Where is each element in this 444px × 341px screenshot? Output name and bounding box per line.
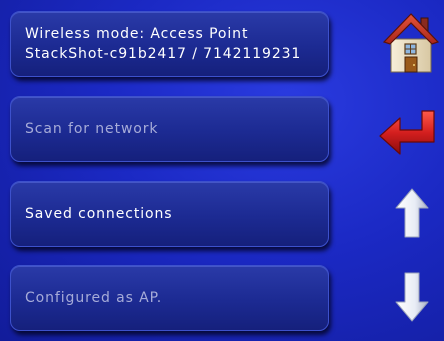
scan-network-label: Scan for network bbox=[25, 121, 159, 137]
configured-ap-button[interactable]: Configured as AP. bbox=[10, 265, 329, 331]
wireless-status-button[interactable]: Wireless mode: Access Point StackShot-c9… bbox=[10, 11, 329, 77]
return-arrow-icon[interactable] bbox=[378, 108, 438, 156]
configured-ap-label: Configured as AP. bbox=[25, 290, 163, 306]
network-id-text: StackShot-c91b2417 / 7142119231 bbox=[25, 46, 302, 62]
home-icon[interactable] bbox=[382, 12, 440, 74]
arrow-down-icon[interactable] bbox=[395, 272, 429, 322]
saved-connections-button[interactable]: Saved connections bbox=[10, 181, 329, 247]
arrow-up-icon[interactable] bbox=[395, 188, 429, 238]
wireless-mode-text: Wireless mode: Access Point bbox=[25, 26, 249, 42]
scan-network-button[interactable]: Scan for network bbox=[10, 96, 329, 162]
saved-connections-label: Saved connections bbox=[25, 206, 173, 222]
